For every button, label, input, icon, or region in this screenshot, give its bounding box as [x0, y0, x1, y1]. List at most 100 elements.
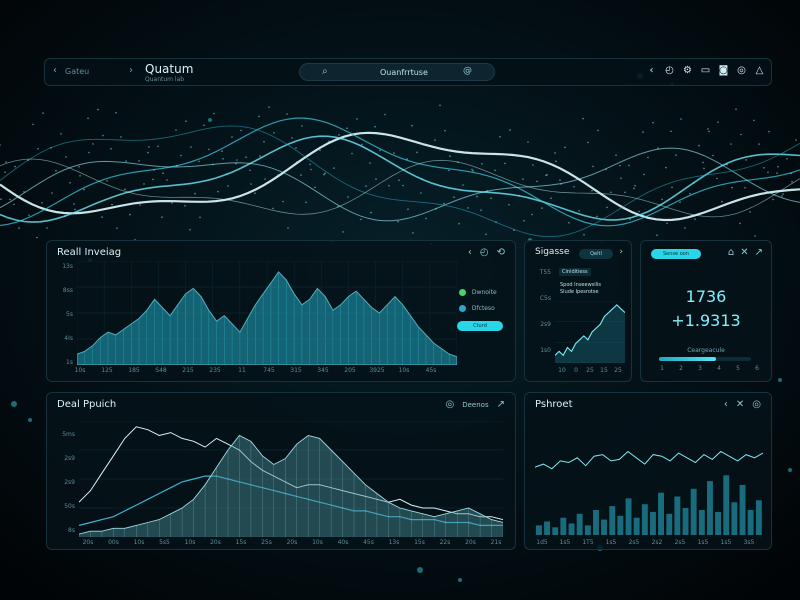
- x-tick-label: 205: [344, 367, 356, 374]
- search-icon[interactable]: ⌕: [322, 66, 328, 77]
- bar: [617, 515, 624, 535]
- bar: [576, 513, 583, 535]
- close-icon[interactable]: ✕: [740, 247, 748, 258]
- x-tick-label: 345: [317, 367, 329, 374]
- bar: [536, 525, 542, 535]
- bar: [625, 498, 632, 535]
- panel-signal: Sigasse Qeltl › T55 C5s 2s9 1s0 Ciniditiess…: [524, 240, 632, 382]
- expand-icon[interactable]: ↗: [497, 399, 505, 411]
- expand-icon[interactable]: ↗: [755, 247, 763, 258]
- bar: [609, 506, 616, 535]
- x-tick-label: 45s: [363, 539, 374, 546]
- bar: [707, 481, 713, 535]
- legend-filter-button[interactable]: Cturd: [457, 321, 503, 331]
- signal-line-chart: [555, 301, 625, 363]
- bar: [593, 510, 599, 535]
- panel-real-inveiag: Reall Inveiag ‹ ◴ ⟲ 13s 8ss 5s 4Is 1s 10s 125…: [46, 240, 516, 382]
- legend-item: Dfcteso: [459, 305, 495, 312]
- bar: [682, 508, 689, 535]
- y-tick-label: 1s: [66, 359, 73, 366]
- x-tick-label: 185: [128, 367, 140, 374]
- sense-button[interactable]: Sense oon: [651, 249, 701, 259]
- bar: [715, 511, 721, 535]
- search-input[interactable]: Ouanfrrtuse: [380, 68, 428, 77]
- nav-label[interactable]: Gateu: [65, 67, 89, 76]
- brand-subtitle: Quantum lab: [145, 76, 185, 83]
- x-tick-label: 315: [290, 367, 302, 374]
- bar: [658, 492, 664, 535]
- y-tick-label: 2s9: [64, 455, 75, 462]
- panel-tools: ⌂ ✕ ↗: [728, 247, 763, 258]
- clock-icon[interactable]: ◴: [480, 247, 489, 258]
- globe-icon[interactable]: ◎: [736, 64, 747, 78]
- x-tick-label: 1s5: [605, 539, 617, 546]
- chevron-right-icon[interactable]: ›: [129, 65, 133, 76]
- bokeh-dot: [778, 378, 782, 382]
- progress-fill: [659, 357, 717, 361]
- y-tick-label: 50s: [64, 503, 75, 510]
- clock-icon[interactable]: ◴: [664, 64, 675, 78]
- x-tick-label: 125: [101, 367, 113, 374]
- y-tick-label: 8s: [68, 527, 75, 534]
- multi-line-chart: [79, 421, 503, 537]
- x-tick-label: 215: [182, 367, 194, 374]
- legend-label: Dwnoite: [471, 289, 497, 296]
- at-icon[interactable]: @: [463, 66, 472, 76]
- bar: [674, 496, 681, 535]
- bar: [747, 510, 754, 535]
- x-tick-label: 10s: [74, 367, 86, 374]
- bokeh-dot: [28, 418, 32, 422]
- target-icon[interactable]: ◎: [752, 399, 761, 410]
- x-tick-label: 1T5: [582, 539, 594, 546]
- close-icon[interactable]: ✕: [736, 399, 744, 410]
- panel-title: Sigasse: [535, 247, 570, 257]
- arrow-right-icon[interactable]: ›: [619, 247, 623, 257]
- y-tick-label: 1s0: [540, 347, 551, 354]
- trend-line: [535, 450, 763, 470]
- y-tick-label: 4Is: [64, 335, 73, 342]
- x-tick-label: 20s: [286, 539, 298, 546]
- stat-value-primary: 1736: [685, 287, 727, 306]
- bar: [650, 511, 656, 535]
- x-tick-label: 2s5: [628, 539, 640, 546]
- x-tick-label: 13s: [388, 539, 400, 546]
- search-bar[interactable]: ⌕ Ouanfrrtuse @: [299, 63, 495, 81]
- alert-icon[interactable]: △: [754, 64, 765, 78]
- y-tick-label: 5ms: [62, 431, 75, 438]
- stat-bar-label: Ceargeacule: [687, 347, 725, 354]
- bokeh-dot: [417, 567, 423, 573]
- bar: [755, 500, 762, 535]
- x-tick-label: 22s: [439, 539, 451, 546]
- x-tick-label: 235: [209, 367, 221, 374]
- x-tick-label: 3925: [369, 367, 385, 374]
- y-tick-label: 13s: [62, 263, 73, 270]
- x-tick-label: 15s: [235, 539, 247, 546]
- signal-chip: Ciniditiess: [559, 268, 591, 276]
- tab-signal[interactable]: Qeltl: [579, 249, 613, 259]
- chevron-left-icon[interactable]: ‹: [468, 247, 472, 258]
- demos-button[interactable]: Deenos: [462, 399, 488, 411]
- panel-title: Reall Inveiag: [57, 247, 122, 258]
- home-icon[interactable]: ⌂: [728, 247, 734, 258]
- settings-icon[interactable]: ⚙: [682, 64, 693, 78]
- refresh-icon[interactable]: ⟲: [497, 247, 505, 258]
- bar: [641, 504, 648, 535]
- chevron-left-icon[interactable]: ‹: [53, 65, 57, 76]
- x-tick-label: 1s5: [559, 539, 571, 546]
- bar: [584, 525, 591, 535]
- stat-value-secondary: +1.9313: [671, 311, 741, 330]
- chevron-left-icon[interactable]: ‹: [646, 64, 657, 78]
- x-tick-label: 745: [263, 367, 275, 374]
- chevron-left-icon[interactable]: ‹: [724, 399, 728, 410]
- bar: [633, 517, 640, 535]
- message-icon[interactable]: ▭: [700, 64, 711, 78]
- x-tick-label: 10s: [133, 539, 145, 546]
- target-icon[interactable]: ◎: [446, 399, 455, 411]
- signal-note: Spod Inseewsilis Slude Ipesrotse: [560, 282, 602, 295]
- camera-icon[interactable]: ◙: [718, 64, 729, 78]
- bar: [690, 488, 697, 535]
- x-tick-label: 5s5: [159, 539, 170, 546]
- x-tick-label: 3s5: [743, 539, 755, 546]
- area-chart: [77, 261, 457, 365]
- legend-dot: [459, 305, 466, 312]
